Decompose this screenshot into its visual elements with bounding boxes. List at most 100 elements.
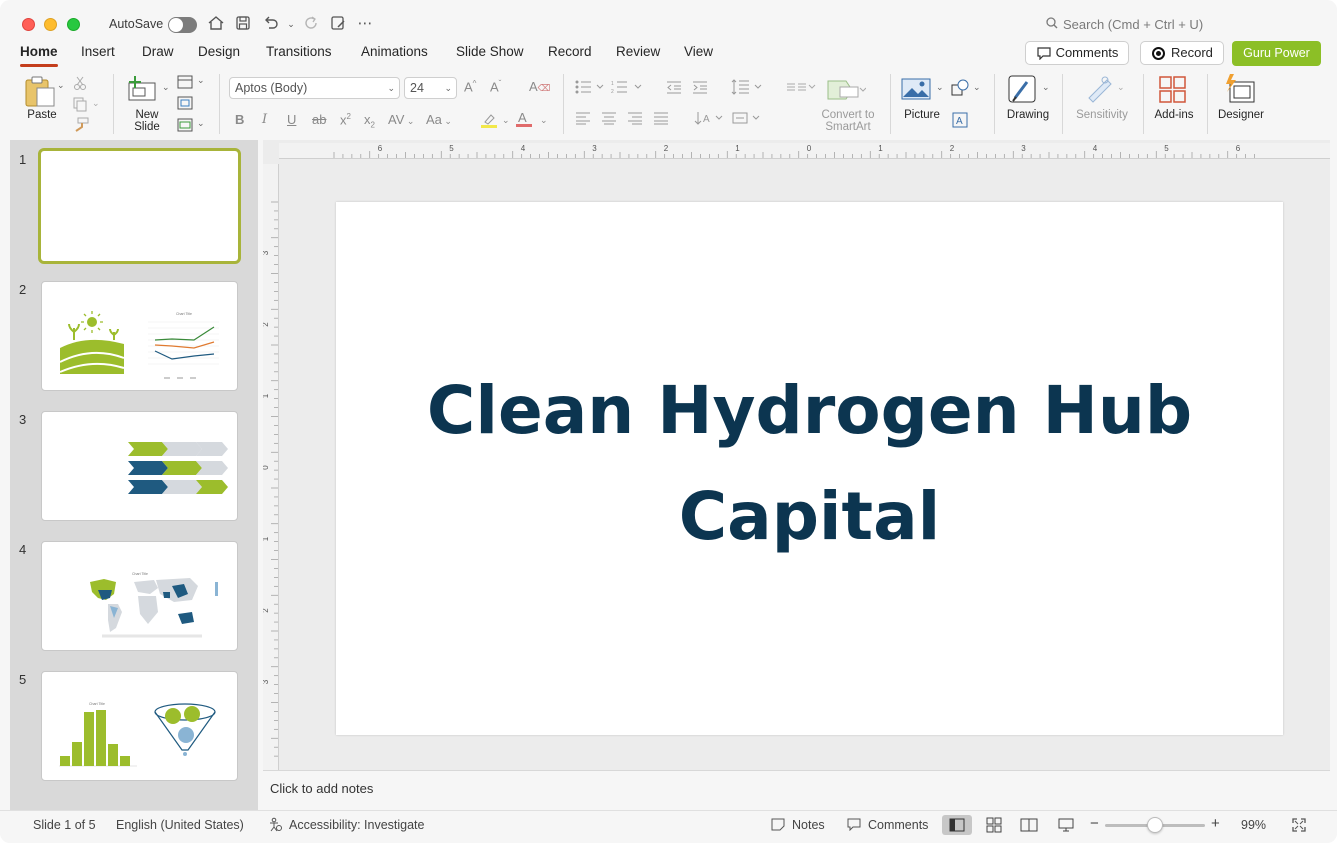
text-box-icon[interactable]: A — [952, 112, 968, 131]
section-dropdown-icon[interactable]: ⌄ — [197, 118, 205, 129]
highlight-icon[interactable] — [480, 112, 500, 131]
paste-icon[interactable] — [24, 76, 58, 111]
underline-icon[interactable]: U — [287, 112, 296, 127]
tab-home[interactable]: Home — [20, 44, 58, 59]
reading-view-button[interactable] — [1014, 815, 1044, 835]
save-icon[interactable] — [233, 14, 253, 34]
numbering-icon[interactable]: 12 — [611, 80, 643, 97]
tab-transitions[interactable]: Transitions — [266, 44, 332, 59]
font-color-dropdown-icon[interactable]: ⌄ — [540, 115, 548, 126]
notes-toggle[interactable]: Notes — [792, 818, 825, 832]
character-spacing-icon[interactable]: AV ⌄ — [388, 112, 414, 127]
accessibility-status[interactable]: Accessibility: Investigate — [289, 818, 424, 832]
new-slide-icon[interactable] — [127, 76, 159, 105]
picture-dropdown-icon[interactable]: ⌄ — [936, 82, 944, 93]
autosave-toggle[interactable] — [168, 17, 197, 33]
fit-to-window-icon[interactable] — [1291, 817, 1307, 836]
zoom-out-icon[interactable]: − — [1090, 815, 1099, 832]
align-center-icon[interactable] — [601, 111, 617, 128]
decrease-indent-icon[interactable] — [666, 80, 682, 97]
horizontal-ruler[interactable]: 6 5 4 3 2 1 0 1 2 3 4 5 6 — [279, 143, 1330, 159]
designer-icon[interactable] — [1224, 74, 1256, 107]
justify-icon[interactable] — [653, 111, 669, 128]
save-as-icon[interactable] — [328, 14, 348, 34]
sensitivity-dropdown-icon[interactable]: ⌄ — [1117, 82, 1125, 93]
zoom-window-button[interactable] — [67, 18, 80, 31]
comments-toggle[interactable]: Comments — [868, 818, 928, 832]
drawing-dropdown-icon[interactable]: ⌄ — [1042, 82, 1050, 93]
undo-dropdown-icon[interactable]: ⌄ — [281, 14, 301, 34]
home-icon[interactable] — [206, 14, 226, 34]
increase-indent-icon[interactable] — [692, 80, 708, 97]
sensitivity-icon[interactable] — [1085, 74, 1115, 107]
align-left-icon[interactable] — [575, 111, 591, 128]
format-painter-icon[interactable] — [72, 117, 90, 136]
reset-slide-icon[interactable] — [177, 96, 193, 113]
section-icon[interactable] — [177, 118, 193, 135]
bullets-icon[interactable] — [575, 80, 605, 97]
zoom-in-icon[interactable]: + — [1211, 815, 1220, 832]
align-text-icon[interactable] — [732, 110, 764, 129]
zoom-level[interactable]: 99% — [1241, 818, 1266, 832]
font-name-dropdown[interactable]: Aptos (Body) ⌄ — [229, 77, 400, 99]
slide-thumbnail-1[interactable] — [38, 148, 241, 264]
notes-icon[interactable] — [770, 817, 786, 834]
text-direction-icon[interactable]: A — [694, 110, 726, 129]
drawing-icon[interactable] — [1007, 74, 1039, 109]
zoom-slider-handle[interactable] — [1147, 817, 1163, 833]
current-slide[interactable]: Clean Hydrogen Hub Capital — [336, 202, 1283, 735]
more-icon[interactable]: ⋯ — [355, 14, 375, 34]
increase-font-icon[interactable]: A^ — [464, 79, 476, 94]
bold-icon[interactable]: B — [235, 112, 244, 127]
shapes-dropdown-icon[interactable]: ⌄ — [973, 82, 981, 93]
superscript-icon[interactable]: x2 — [340, 112, 351, 127]
slide-thumbnail-2[interactable]: Chart Title — [41, 281, 238, 391]
notes-pane[interactable]: Click to add notes — [263, 770, 1330, 808]
minimize-window-button[interactable] — [44, 18, 57, 31]
font-color-icon[interactable]: A — [516, 111, 532, 127]
language-status[interactable]: English (United States) — [116, 818, 244, 832]
layout-dropdown-icon[interactable]: ⌄ — [197, 75, 205, 86]
tab-view[interactable]: View — [684, 44, 713, 59]
paste-dropdown-icon[interactable]: ⌄ — [57, 80, 65, 91]
slide-title-text[interactable]: Clean Hydrogen Hub Capital — [336, 358, 1283, 570]
italic-icon[interactable]: I — [262, 112, 267, 127]
normal-view-button[interactable] — [942, 815, 972, 835]
strikethrough-icon[interactable]: ab — [312, 112, 326, 127]
new-slide-dropdown-icon[interactable]: ⌄ — [162, 82, 170, 93]
redo-icon[interactable] — [301, 14, 321, 34]
line-spacing-icon[interactable] — [731, 79, 765, 98]
clear-formatting-icon[interactable]: A⌫ — [529, 79, 550, 94]
align-right-icon[interactable] — [627, 111, 643, 128]
tab-design[interactable]: Design — [198, 44, 240, 59]
undo-icon[interactable] — [261, 14, 281, 34]
columns-icon[interactable] — [786, 80, 816, 97]
accessibility-icon[interactable] — [268, 817, 283, 835]
slideshow-view-button[interactable] — [1051, 815, 1081, 835]
slide-thumbnail-5[interactable]: Chart Title — [41, 671, 238, 781]
add-ins-icon[interactable] — [1159, 76, 1187, 107]
smartart-icon[interactable] — [826, 77, 867, 106]
decrease-font-icon[interactable]: Aˇ — [490, 79, 501, 94]
picture-icon[interactable] — [901, 77, 931, 104]
tab-record[interactable]: Record — [548, 44, 592, 59]
slide-thumbnail-3[interactable] — [41, 411, 238, 521]
cut-icon[interactable] — [72, 75, 88, 94]
search-box[interactable]: Search (Cmd + Ctrl + U) — [1046, 17, 1203, 32]
change-case-icon[interactable]: Aa ⌄ — [426, 112, 452, 127]
tab-review[interactable]: Review — [616, 44, 660, 59]
highlight-dropdown-icon[interactable]: ⌄ — [502, 115, 510, 126]
comments-button[interactable]: Comments — [1025, 41, 1129, 65]
copy-dropdown-icon[interactable]: ⌄ — [92, 98, 100, 109]
shapes-icon[interactable] — [951, 79, 971, 100]
record-button[interactable]: Record — [1140, 41, 1224, 65]
layout-icon[interactable] — [177, 75, 193, 92]
slide-sorter-button[interactable] — [979, 815, 1009, 835]
comments-status-icon[interactable] — [846, 817, 862, 834]
font-size-dropdown[interactable]: 24 ⌄ — [404, 77, 457, 99]
guru-power-button[interactable]: Guru Power — [1232, 41, 1321, 66]
tab-slide-show[interactable]: Slide Show — [456, 44, 524, 59]
vertical-ruler[interactable]: 3 2 1 0 1 2 3 — [261, 164, 279, 770]
slide-thumbnail-4[interactable]: Chart Title — [41, 541, 238, 651]
tab-insert[interactable]: Insert — [81, 44, 115, 59]
